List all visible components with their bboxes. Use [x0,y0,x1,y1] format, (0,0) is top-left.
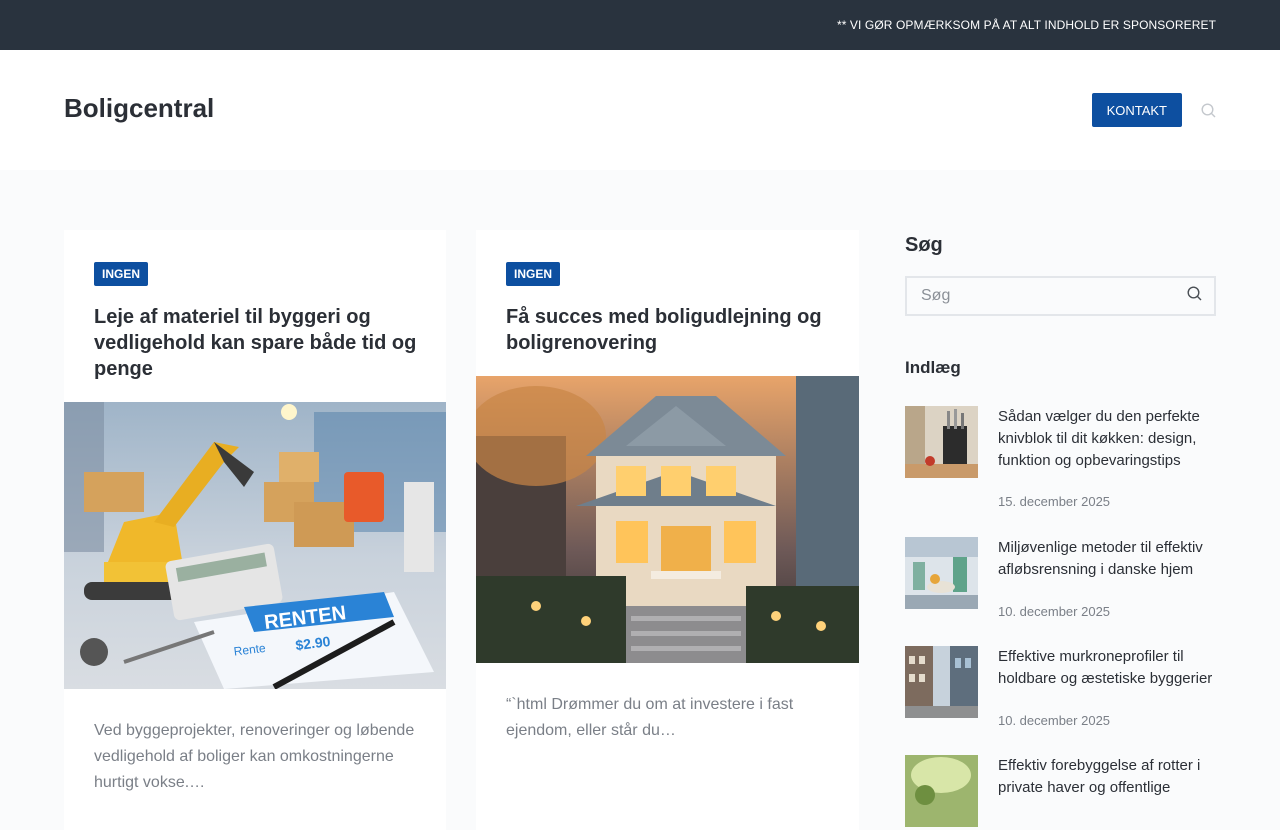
category-badge[interactable]: INGEN [94,262,149,286]
posts-heading: Indlæg [905,358,961,377]
category-badge[interactable]: INGEN [506,262,561,286]
contact-button[interactable]: KONTAKT [1091,93,1182,127]
post-image[interactable]: RENTEN Rente $2.90 [64,402,446,689]
post-title[interactable]: Få succes med boligudlejning og boligren… [506,304,833,356]
site-logo[interactable]: Boligcentral [64,93,214,124]
search-input[interactable] [919,286,1163,306]
main-content: INGEN Leje af materiel til byggeri og ve… [0,170,1280,830]
sponsored-notice: ** VI GØR OPMÆRKSOM PÅ AT ALT INDHOLD ER… [836,18,1216,32]
post-thumbnail[interactable] [905,406,978,478]
sidebar-post-title[interactable]: Miljøvenlige metoder til effektiv afløbs… [998,537,1216,581]
top-notice-bar: ** VI GØR OPMÆRKSOM PÅ AT ALT INDHOLD ER… [0,0,1280,50]
sidebar-post-title[interactable]: Effektive murkroneprofiler til holdbare … [998,646,1216,690]
search-icon[interactable] [1187,286,1202,306]
post-thumbnail[interactable] [905,646,978,718]
post-card: INGEN Leje af materiel til byggeri og ve… [64,230,446,830]
sidebar-post-title[interactable]: Sådan vælger du den perfekte knivblok ti… [998,406,1216,472]
post-excerpt: Ved byggeprojekter, renoveringer og løbe… [94,722,415,791]
post-thumbnail[interactable] [905,755,978,827]
post-title[interactable]: Leje af materiel til byggeri og vedligeh… [94,304,420,382]
sidebar-post-date: 10. december 2025 [998,604,1111,619]
post-image[interactable] [476,376,859,663]
post-card: INGEN Få succes med boligudlejning og bo… [476,230,859,830]
sidebar-search [905,276,1216,316]
site-header: Boligcentral KONTAKT [0,50,1280,170]
post-thumbnail[interactable] [905,537,978,609]
sidebar-post-date: 10. december 2025 [998,713,1111,728]
post-excerpt: “`html Drømmer du om at investere i fast… [506,696,794,739]
search-icon[interactable] [1200,102,1216,118]
sidebar-post-date: 15. december 2025 [998,494,1111,509]
search-heading: Søg [905,234,943,256]
sidebar-post-title[interactable]: Effektiv forebyggelse af rotter i privat… [998,755,1216,799]
header-actions: KONTAKT [1091,93,1216,127]
